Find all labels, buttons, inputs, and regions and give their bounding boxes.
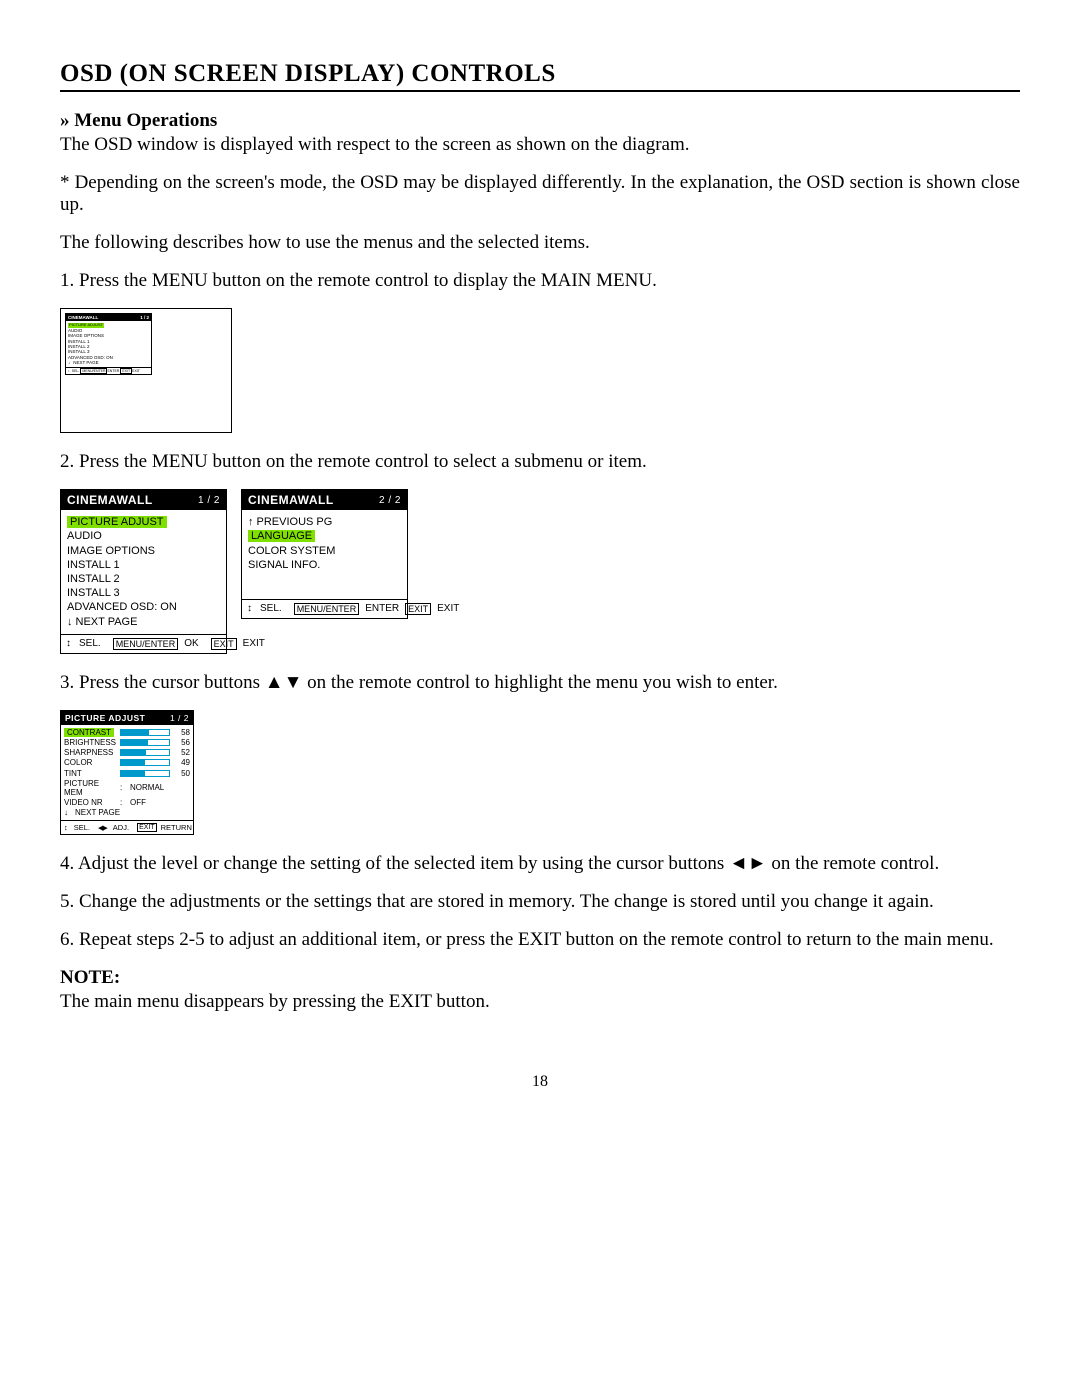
exit-box: EXIT bbox=[211, 638, 237, 650]
slider-value: 49 bbox=[174, 758, 190, 767]
updown-icon bbox=[247, 603, 254, 614]
note-body: The main menu disappears by pressing the… bbox=[60, 991, 1020, 1013]
osd-item[interactable]: INSTALL 1 bbox=[67, 559, 220, 571]
osd-footer: SEL. MENU/ENTEROK EXITEXIT bbox=[61, 634, 226, 653]
osd-next-page[interactable]: NEXT PAGE bbox=[64, 808, 190, 817]
osd-slider-row[interactable]: COLOR 49 bbox=[64, 758, 190, 767]
mode-note-paragraph: * Depending on the screen's mode, the OS… bbox=[60, 172, 1020, 216]
slider-bar[interactable] bbox=[120, 770, 170, 777]
figure-step1: CINEMAWALL 1 / 2 PICTURE ADJUST AUDIO IM… bbox=[60, 308, 232, 433]
osd-picture-title: PICTURE ADJUST bbox=[65, 713, 145, 723]
slider-bar[interactable] bbox=[120, 739, 170, 746]
osd-item-selected[interactable]: LANGUAGE bbox=[248, 530, 315, 542]
section-subhead: » Menu Operations bbox=[60, 110, 1020, 132]
following-paragraph: The following describes how to use the m… bbox=[60, 232, 1020, 254]
osd-page-indicator: 1 / 2 bbox=[170, 713, 189, 723]
osd-brand: CINEMAWALL bbox=[68, 315, 98, 320]
osd-footer: SEL. MENU/ENTERENTER EXITEXIT bbox=[242, 599, 407, 618]
intro-paragraph: The OSD window is displayed with respect… bbox=[60, 134, 1020, 156]
arrow-down-icon bbox=[64, 808, 71, 817]
osd-item[interactable]: SIGNAL INFO. bbox=[248, 559, 401, 571]
page-number: 18 bbox=[60, 1073, 1020, 1091]
osd-item[interactable]: INSTALL 3 bbox=[67, 587, 220, 599]
updown-icon bbox=[64, 823, 70, 832]
osd-text-row[interactable]: PICTURE MEM : NORMAL bbox=[64, 779, 190, 797]
osd-page-indicator: 1 / 2 bbox=[140, 315, 149, 320]
osd-panel-page2: CINEMAWALL 2 / 2 PREVIOUS PG LANGUAGE CO… bbox=[241, 489, 408, 619]
page-title: OSD (ON SCREEN DISPLAY) CONTROLS bbox=[60, 60, 1020, 88]
osd-page-indicator: 2 / 2 bbox=[379, 495, 401, 506]
osd-item[interactable]: ADVANCED OSD: ON bbox=[67, 601, 220, 613]
title-rule bbox=[60, 90, 1020, 92]
osd-slider-selected: CONTRAST bbox=[64, 728, 114, 737]
slider-value: 52 bbox=[174, 748, 190, 757]
slider-bar[interactable] bbox=[120, 759, 170, 766]
osd-mini: CINEMAWALL 1 / 2 PICTURE ADJUST AUDIO IM… bbox=[65, 313, 152, 375]
arrow-down-icon bbox=[67, 616, 76, 628]
osd-prev-page[interactable]: PREVIOUS PG bbox=[248, 516, 401, 528]
osd-next-page[interactable]: NEXT PAGE bbox=[67, 616, 220, 628]
menu-enter-box: MENU/ENTER bbox=[294, 603, 360, 615]
step-2: 2. Press the MENU button on the remote c… bbox=[60, 451, 1020, 473]
step-5: 5. Change the adjustments or the setting… bbox=[60, 891, 1020, 913]
osd-slider-row[interactable]: TINT 50 bbox=[64, 769, 190, 778]
slider-value: 58 bbox=[174, 728, 190, 737]
leftright-icon bbox=[98, 823, 109, 832]
osd-next-page[interactable]: NEXT PAGE bbox=[68, 360, 149, 365]
slider-bar[interactable] bbox=[120, 729, 170, 736]
step-3: 3. Press the cursor buttons ▲▼ on the re… bbox=[60, 672, 1020, 694]
osd-slider-row[interactable]: BRIGHTNESS 56 bbox=[64, 738, 190, 747]
menu-enter-box: MENU/ENTER bbox=[80, 368, 107, 374]
osd-item[interactable]: IMAGE OPTIONS bbox=[67, 545, 220, 557]
step-4: 4. Adjust the level or change the settin… bbox=[60, 853, 1020, 875]
osd-footer: SEL. MENU/ENTERENTER EXITEXIT bbox=[66, 367, 151, 374]
arrow-up-icon bbox=[248, 516, 257, 528]
note-heading: NOTE: bbox=[60, 967, 1020, 989]
exit-box: EXIT bbox=[120, 368, 132, 374]
osd-item[interactable]: INSTALL 2 bbox=[67, 573, 220, 585]
osd-footer: SEL. ADJ. EXITRETURN bbox=[61, 820, 193, 834]
osd-page-indicator: 1 / 2 bbox=[198, 495, 220, 506]
updown-icon bbox=[66, 638, 73, 649]
step-1: 1. Press the MENU button on the remote c… bbox=[60, 270, 1020, 292]
slider-value: 50 bbox=[174, 769, 190, 778]
osd-panel-page1: CINEMAWALL 1 / 2 PICTURE ADJUST AUDIO IM… bbox=[60, 489, 227, 654]
osd-slider-row[interactable]: CONTRAST 58 bbox=[64, 728, 190, 737]
step-6: 6. Repeat steps 2-5 to adjust an additio… bbox=[60, 929, 1020, 951]
osd-item[interactable]: AUDIO bbox=[67, 530, 220, 542]
osd-picture-adjust-panel: PICTURE ADJUST 1 / 2 CONTRAST 58 BRIGHTN… bbox=[60, 710, 194, 836]
osd-item-selected[interactable]: PICTURE ADJUST bbox=[67, 516, 167, 528]
osd-brand: CINEMAWALL bbox=[67, 493, 153, 507]
exit-box: EXIT bbox=[137, 823, 157, 832]
osd-item[interactable]: COLOR SYSTEM bbox=[248, 545, 401, 557]
osd-slider-row[interactable]: SHARPNESS 52 bbox=[64, 748, 190, 757]
osd-brand: CINEMAWALL bbox=[248, 493, 334, 507]
menu-enter-box: MENU/ENTER bbox=[113, 638, 179, 650]
slider-bar[interactable] bbox=[120, 749, 170, 756]
osd-text-row[interactable]: VIDEO NR : OFF bbox=[64, 798, 190, 807]
exit-box: EXIT bbox=[405, 603, 431, 615]
figure-step2: CINEMAWALL 1 / 2 PICTURE ADJUST AUDIO IM… bbox=[60, 489, 1020, 654]
slider-value: 56 bbox=[174, 738, 190, 747]
